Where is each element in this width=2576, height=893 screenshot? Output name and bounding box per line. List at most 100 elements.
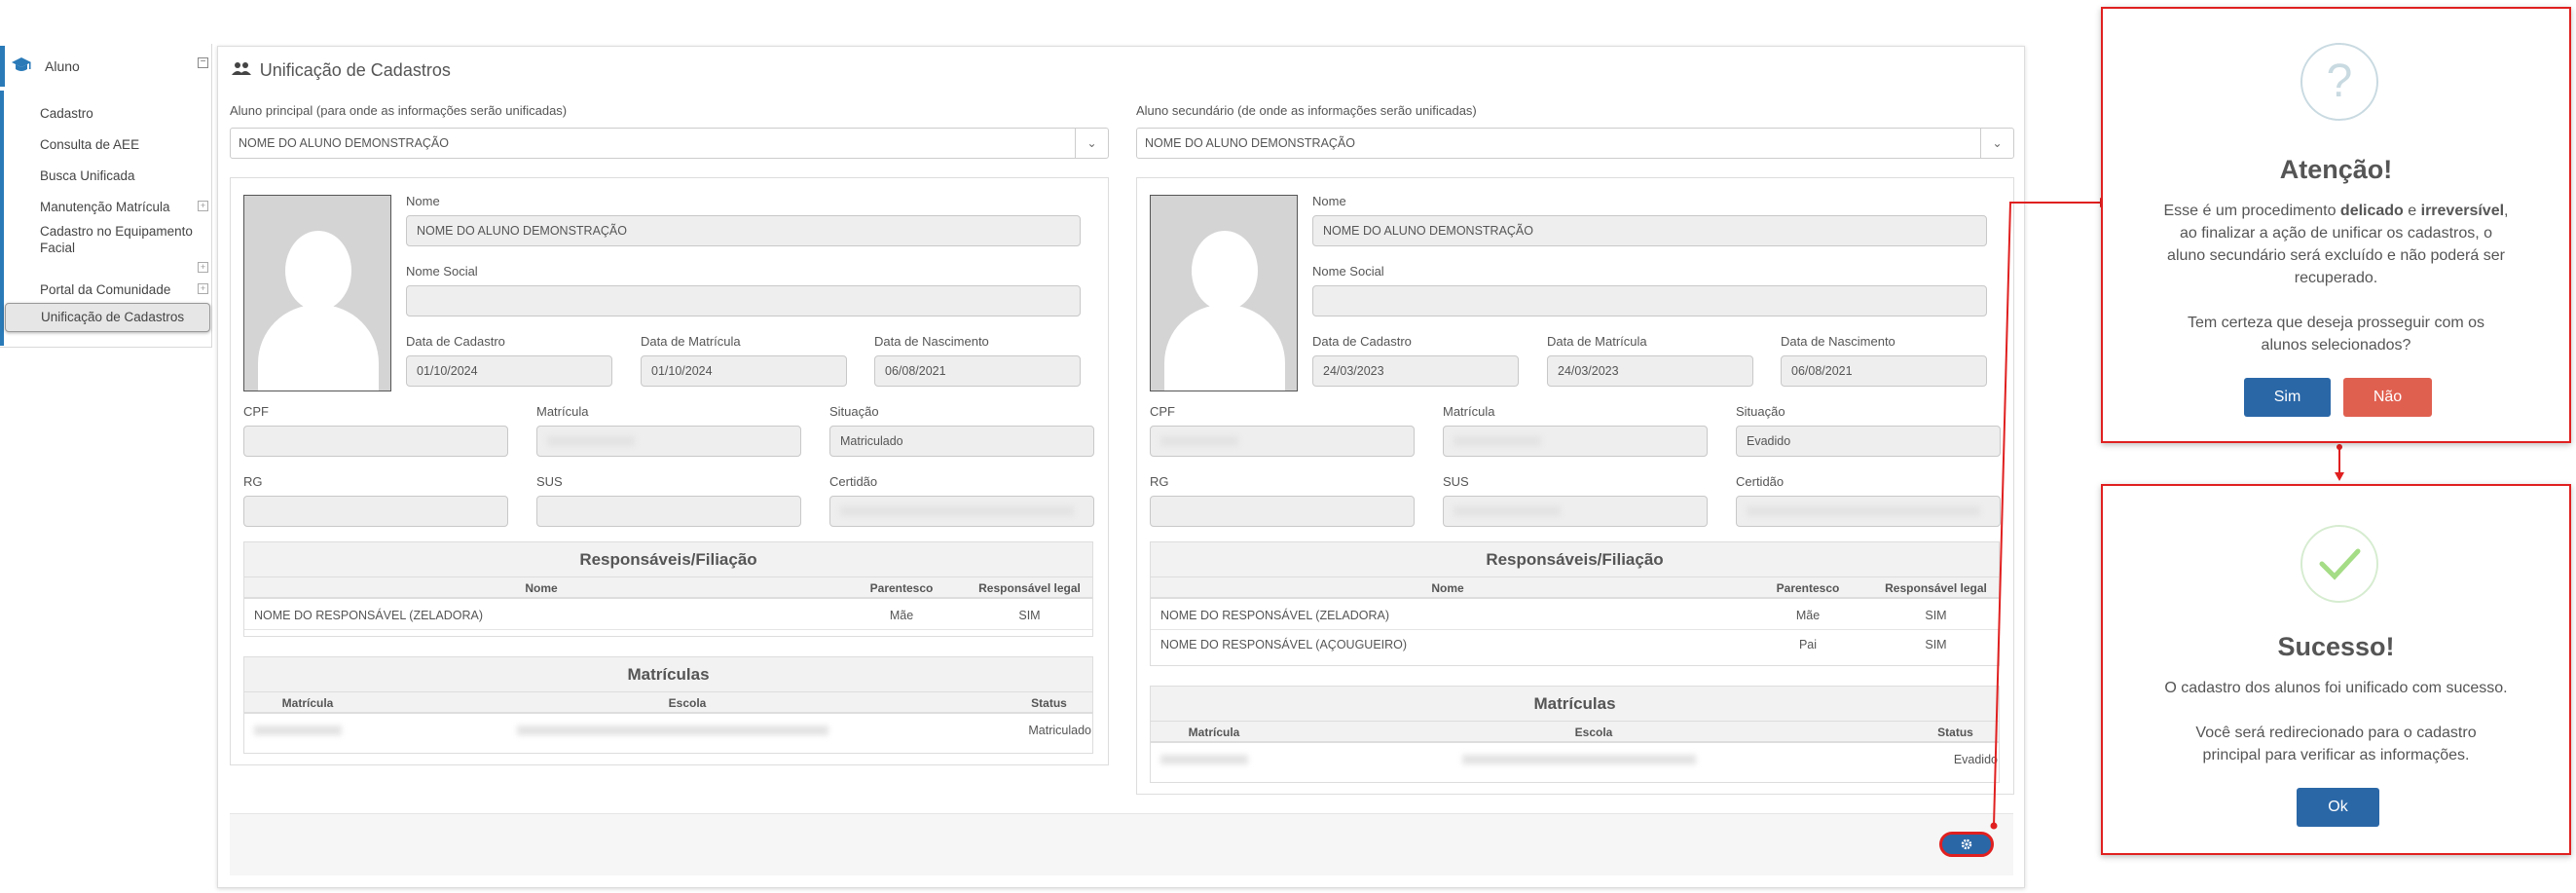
cell-nome: NOME DO RESPONSÁVEL (ZELADORA) xyxy=(1160,609,1389,622)
sidebar-item-consulta-aee[interactable]: Consulta de AEE xyxy=(40,136,139,153)
data-matricula-field[interactable]: 01/10/2024 xyxy=(641,355,847,387)
responsaveis-title: Responsáveis/Filiação xyxy=(244,542,1092,577)
nome-label: Nome xyxy=(1312,194,1346,208)
sidebar-item-busca-unificada[interactable]: Busca Unificada xyxy=(40,167,135,184)
certidao-label: Certidão xyxy=(1736,474,1785,489)
connector-arrow-down xyxy=(2335,444,2344,481)
page-title-text: Unificação de Cadastros xyxy=(259,60,451,80)
data-matricula-label: Data de Matrícula xyxy=(641,334,741,349)
col-responsavel-legal: Responsável legal xyxy=(1885,581,1987,595)
data-matricula-label: Data de Matrícula xyxy=(1547,334,1647,349)
question-icon: ? xyxy=(2300,43,2378,121)
col-status: Status xyxy=(1031,696,1067,710)
sidebar-item-cadastro[interactable]: Cadastro xyxy=(40,105,93,122)
situacao-field[interactable]: Evadido xyxy=(1736,426,2001,457)
table-row[interactable]: Evadido xyxy=(1151,745,1999,774)
expand-icon[interactable]: + xyxy=(198,201,208,211)
matriculas-title: Matrículas xyxy=(1151,687,1999,722)
certidao-field[interactable] xyxy=(829,496,1094,527)
certidao-label: Certidão xyxy=(829,474,878,489)
cell-parentesco: Mãe xyxy=(889,609,914,622)
certidao-field[interactable] xyxy=(1736,496,2001,527)
table-row[interactable]: NOME DO RESPONSÁVEL (ZELADORA) Mãe SIM xyxy=(244,601,1092,630)
rg-field[interactable] xyxy=(1150,496,1415,527)
table-header: Nome Parentesco Responsável legal xyxy=(1151,577,1999,599)
table-row[interactable]: Matriculado xyxy=(244,716,1092,745)
ok-button[interactable]: Ok xyxy=(2297,788,2379,827)
matricula-label: Matrícula xyxy=(536,404,589,419)
sidebar: Aluno − Cadastro Consulta de AEE Busca U… xyxy=(0,44,212,348)
rg-label: RG xyxy=(1150,474,1169,489)
no-button[interactable]: Não xyxy=(2343,378,2432,417)
nome-field[interactable]: NOME DO ALUNO DEMONSTRAÇÃO xyxy=(406,215,1081,246)
page-title: Unificação de Cadastros xyxy=(232,60,451,81)
cell-status: Evadido xyxy=(1953,753,1998,766)
col-matricula: Matrícula xyxy=(1188,726,1240,739)
cell-nome: NOME DO RESPONSÁVEL (AÇOUGUEIRO) xyxy=(1160,638,1408,651)
secundario-select-value: NOME DO ALUNO DEMONSTRAÇÃO xyxy=(1145,136,1355,150)
nome-field[interactable]: NOME DO ALUNO DEMONSTRAÇÃO xyxy=(1312,215,1987,246)
check-icon xyxy=(2300,525,2378,603)
data-cadastro-label: Data de Cadastro xyxy=(406,334,505,349)
situacao-label: Situação xyxy=(829,404,879,419)
data-nascimento-label: Data de Nascimento xyxy=(874,334,989,349)
nome-social-label: Nome Social xyxy=(406,264,478,279)
sidebar-item-cadastro-equipamento-facial[interactable]: Cadastro no Equipamento Facial xyxy=(40,223,196,256)
matricula-field[interactable] xyxy=(536,426,801,457)
matriculas-table: Matrículas Matrícula Escola Status Matri… xyxy=(243,656,1093,754)
nome-social-field[interactable] xyxy=(406,285,1081,316)
expand-icon[interactable]: + xyxy=(198,262,208,273)
sus-label: SUS xyxy=(1443,474,1469,489)
sidebar-section-label: Aluno xyxy=(45,58,80,74)
table-row[interactable]: NOME DO RESPONSÁVEL (ZELADORA) Mãe SIM xyxy=(1151,601,1999,630)
student-photo-placeholder xyxy=(1150,195,1298,391)
main-panel: Unificação de Cadastros Aluno principal … xyxy=(217,46,2025,888)
data-cadastro-label: Data de Cadastro xyxy=(1312,334,1412,349)
gear-icon xyxy=(1961,837,1972,853)
principal-card: Nome NOME DO ALUNO DEMONSTRAÇÃO Nome Soc… xyxy=(230,177,1109,765)
responsaveis-table: Responsáveis/Filiação Nome Parentesco Re… xyxy=(243,541,1093,637)
sus-field[interactable] xyxy=(536,496,801,527)
rg-field[interactable] xyxy=(243,496,508,527)
sidebar-section-aluno[interactable]: Aluno − xyxy=(0,46,212,87)
data-cadastro-field[interactable]: 01/10/2024 xyxy=(406,355,612,387)
sidebar-item-portal-comunidade[interactable]: Portal da Comunidade xyxy=(40,281,170,298)
col-escola: Escola xyxy=(1574,726,1613,739)
yes-button[interactable]: Sim xyxy=(2244,378,2331,417)
cpf-label: CPF xyxy=(243,404,269,419)
data-cadastro-field[interactable]: 24/03/2023 xyxy=(1312,355,1519,387)
sidebar-item-unificacao-active[interactable]: Unificação de Cadastros xyxy=(5,303,210,332)
chevron-down-icon[interactable]: ⌄ xyxy=(1075,129,1108,158)
rg-label: RG xyxy=(243,474,263,489)
cell-nome: NOME DO RESPONSÁVEL (ZELADORA) xyxy=(254,609,483,622)
secundario-select[interactable]: NOME DO ALUNO DEMONSTRAÇÃO ⌄ xyxy=(1136,128,2014,159)
sidebar-item-manutencao-matricula[interactable]: Manutenção Matrícula xyxy=(40,199,170,215)
data-nascimento-field[interactable]: 06/08/2021 xyxy=(874,355,1081,387)
table-header: Nome Parentesco Responsável legal xyxy=(244,577,1092,599)
collapse-icon[interactable]: − xyxy=(198,57,208,68)
data-nascimento-field[interactable]: 06/08/2021 xyxy=(1781,355,1987,387)
confirm-modal: ? Atenção! Esse é um procedimento delica… xyxy=(2101,7,2571,443)
matricula-field[interactable] xyxy=(1443,426,1708,457)
col-parentesco: Parentesco xyxy=(869,581,934,595)
chevron-down-icon[interactable]: ⌄ xyxy=(1980,129,2013,158)
cpf-field[interactable] xyxy=(1150,426,1415,457)
data-matricula-field[interactable]: 24/03/2023 xyxy=(1547,355,1753,387)
sus-field[interactable] xyxy=(1443,496,1708,527)
users-icon xyxy=(232,61,256,80)
table-row[interactable]: NOME DO RESPONSÁVEL (AÇOUGUEIRO) Pai SIM xyxy=(1151,630,1999,659)
situacao-field[interactable]: Matriculado xyxy=(829,426,1094,457)
cell-parentesco: Mãe xyxy=(1795,609,1821,622)
sidebar-item-unificacao-label: Unificação de Cadastros xyxy=(41,310,185,324)
student-photo-placeholder xyxy=(243,195,391,391)
responsaveis-table: Responsáveis/Filiação Nome Parentesco Re… xyxy=(1150,541,2000,666)
col-matricula: Matrícula xyxy=(281,696,334,710)
confirm-message: Esse é um procedimento delicado e irreve… xyxy=(2163,203,2509,353)
cpf-field[interactable] xyxy=(243,426,508,457)
col-nome: Nome xyxy=(1431,581,1464,595)
success-modal: Sucesso! O cadastro dos alunos foi unifi… xyxy=(2101,484,2571,855)
expand-icon[interactable]: + xyxy=(198,283,208,294)
cell-legal: SIM xyxy=(1018,609,1041,622)
nome-social-field[interactable] xyxy=(1312,285,1987,316)
principal-select[interactable]: NOME DO ALUNO DEMONSTRAÇÃO ⌄ xyxy=(230,128,1109,159)
